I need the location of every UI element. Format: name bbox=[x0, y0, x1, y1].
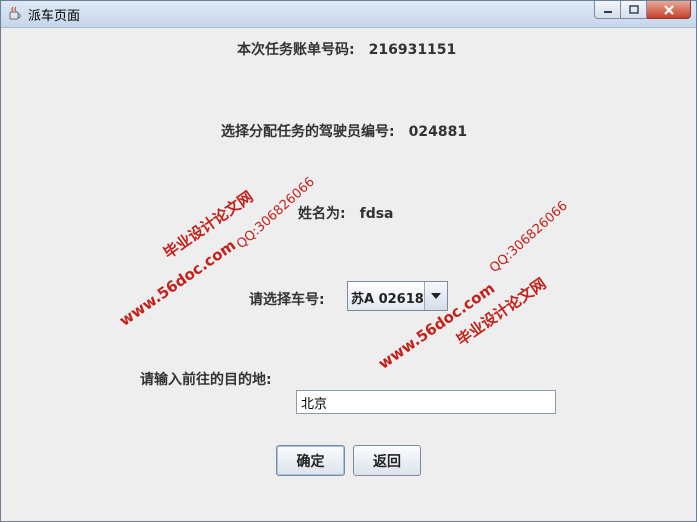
car-number-label: 请选择车号: bbox=[249, 292, 325, 308]
java-cup-icon bbox=[9, 6, 21, 20]
bill-number-value: 216931151 bbox=[368, 42, 457, 58]
driver-name-row: 姓名为: fdsa bbox=[298, 203, 394, 223]
driver-id-label: 选择分配任务的驾驶员编号: bbox=[221, 124, 395, 140]
bill-number-row: 本次任务账单号码: 216931151 bbox=[237, 39, 456, 59]
window-controls bbox=[594, 1, 691, 20]
close-icon bbox=[663, 4, 674, 15]
form-panel: 本次任务账单号码: 216931151 选择分配任务的驾驶员编号: 024881 姓… bbox=[1, 28, 696, 521]
app-window: 派车页面 本次任务账单号码: 216931151 选择分配任务的驾驶员编号: 0… bbox=[0, 0, 697, 522]
minimize-button[interactable] bbox=[594, 1, 621, 19]
window-title: 派车页面 bbox=[28, 9, 81, 24]
driver-id-value: 024881 bbox=[408, 124, 468, 140]
car-number-selected: 苏A 02618 bbox=[351, 292, 424, 307]
title-bar[interactable]: 派车页面 bbox=[1, 1, 696, 28]
bill-number-label: 本次任务账单号码: bbox=[237, 42, 355, 58]
dropdown-arrow-button[interactable] bbox=[424, 282, 447, 310]
driver-name-value: fdsa bbox=[359, 206, 394, 222]
close-button[interactable] bbox=[647, 1, 691, 19]
minimize-icon bbox=[603, 10, 612, 13]
destination-input[interactable] bbox=[296, 390, 556, 414]
chevron-down-icon bbox=[431, 293, 441, 299]
destination-label: 请输入前往的目的地: bbox=[140, 372, 272, 388]
driver-id-row: 选择分配任务的驾驶员编号: 024881 bbox=[221, 121, 467, 141]
maximize-icon bbox=[628, 5, 639, 14]
driver-name-label: 姓名为: bbox=[298, 206, 346, 222]
maximize-button[interactable] bbox=[621, 1, 647, 19]
confirm-button[interactable]: 确定 bbox=[276, 445, 345, 476]
back-button[interactable]: 返回 bbox=[353, 445, 421, 476]
car-number-select[interactable]: 苏A 02618 bbox=[347, 281, 448, 311]
